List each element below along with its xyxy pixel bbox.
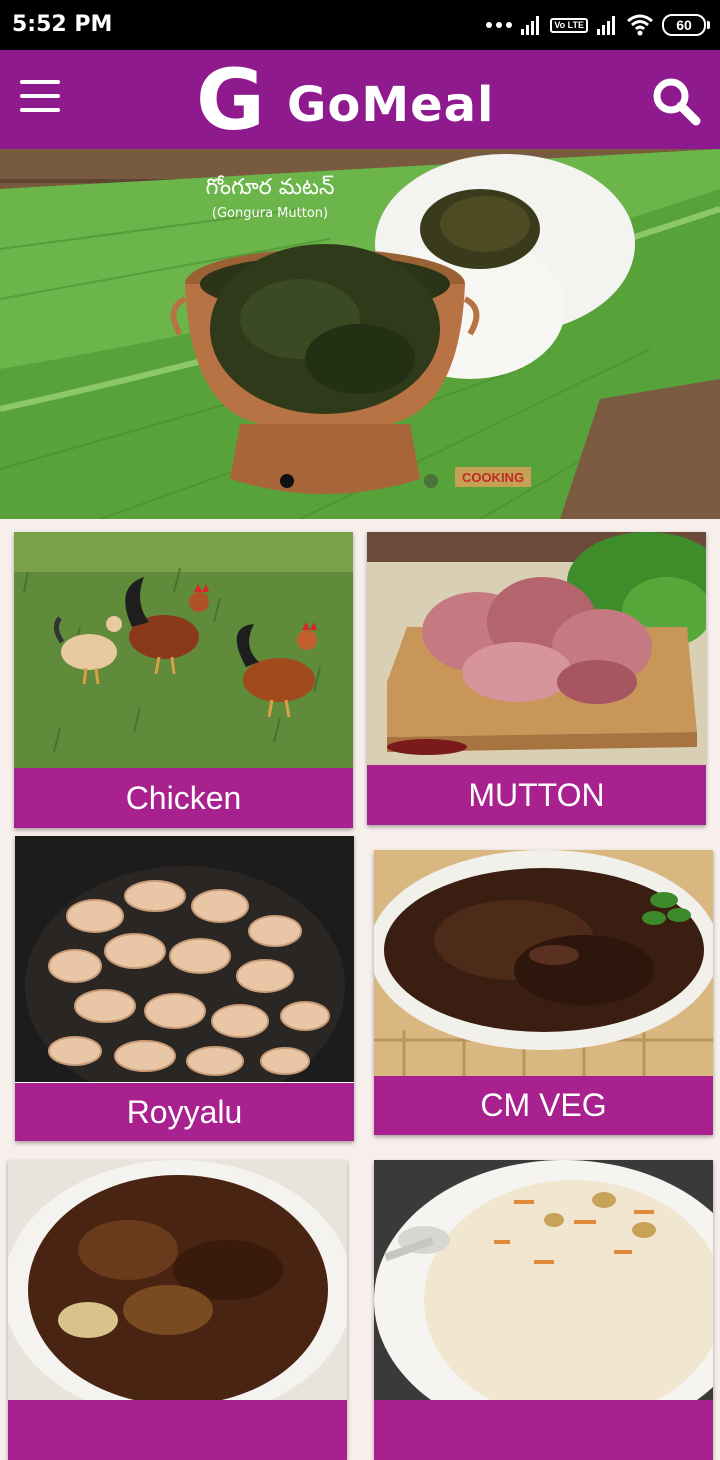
category-card-6[interactable] — [374, 1160, 713, 1460]
biryani-image — [374, 1160, 713, 1400]
volte-icon: Vo LTE — [550, 17, 588, 33]
search-icon — [653, 78, 701, 126]
slide-indicator-active[interactable] — [280, 474, 294, 488]
more-notifications-icon — [486, 22, 513, 28]
wifi-icon — [627, 14, 653, 36]
app-bar: G GoMeal — [0, 50, 720, 149]
banner-title-english: (Gongura Mutton) — [212, 206, 328, 221]
hamburger-icon — [20, 80, 60, 84]
category-card-royyalu[interactable]: Royyalu — [15, 836, 354, 1141]
signal-icon-2 — [597, 16, 615, 35]
slide-indicator[interactable] — [424, 474, 438, 488]
status-time: 5:52 PM — [12, 12, 113, 37]
banner-image: గోంగూర మటన్ (Gongura Mutton) COOKING — [0, 149, 720, 519]
status-icons: Vo LTE 60 — [486, 12, 710, 38]
category-card-chicken[interactable]: Chicken — [14, 532, 353, 828]
banner-watermark: COOKING — [462, 470, 524, 485]
banner-slider[interactable]: గోంగూర మటన్ (Gongura Mutton) COOKING — [0, 149, 720, 519]
category-label: Royyalu — [15, 1083, 354, 1141]
category-label — [8, 1400, 347, 1460]
category-label: CM VEG — [374, 1076, 713, 1135]
curry-image — [8, 1160, 347, 1400]
app-logo: G GoMeal — [196, 51, 495, 149]
category-label — [374, 1400, 713, 1460]
royyalu-image — [15, 836, 354, 1082]
search-button[interactable] — [650, 75, 702, 127]
banner-title-telugu: గోంగూర మటన్ — [206, 175, 335, 200]
logo-letter: G — [196, 51, 265, 149]
cm-veg-image — [374, 850, 713, 1076]
category-card-5[interactable] — [8, 1160, 347, 1460]
chicken-image — [14, 532, 353, 768]
menu-button[interactable] — [16, 80, 64, 120]
category-card-mutton[interactable]: MUTTON — [367, 532, 706, 825]
signal-icon — [521, 16, 540, 35]
mutton-image — [367, 532, 706, 765]
battery-level: 60 — [676, 17, 692, 33]
app-name: GoMeal — [286, 77, 495, 133]
category-card-cm-veg[interactable]: CM VEG — [374, 850, 713, 1135]
battery-icon: 60 — [662, 14, 710, 36]
category-label: MUTTON — [367, 765, 706, 825]
category-label: Chicken — [14, 768, 353, 828]
status-bar: 5:52 PM Vo LTE 60 — [0, 0, 720, 50]
